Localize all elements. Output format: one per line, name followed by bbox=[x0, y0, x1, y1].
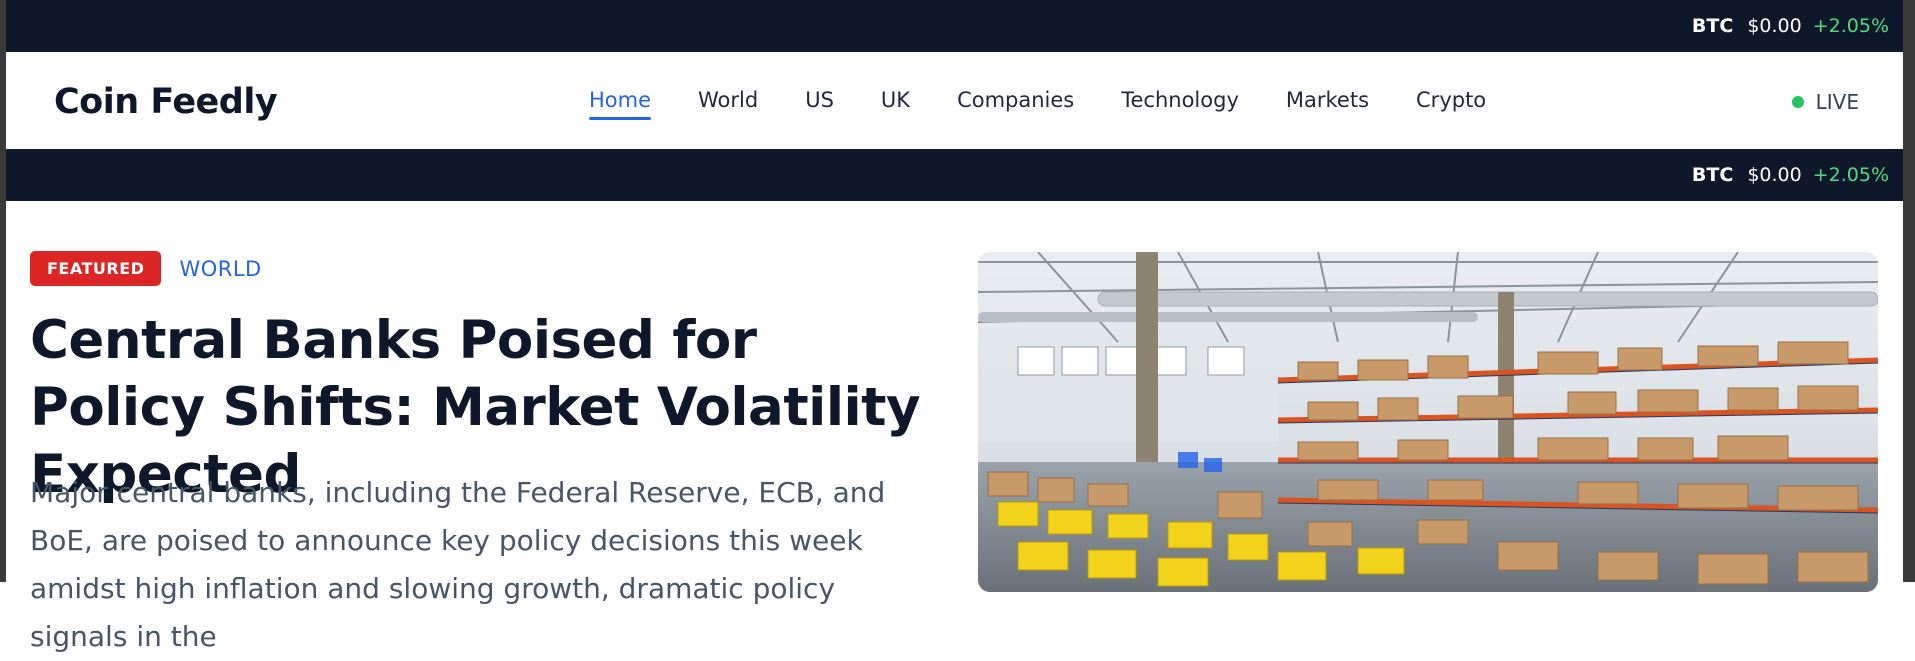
nav-technology[interactable]: Technology bbox=[1121, 88, 1239, 120]
site-logo[interactable]: Coin Feedly bbox=[54, 82, 278, 122]
ticker-symbol[interactable]: BTC bbox=[1692, 164, 1733, 186]
ticker-price: $0.00 bbox=[1747, 15, 1802, 37]
nav-companies[interactable]: Companies bbox=[957, 88, 1074, 120]
featured-article: FEATURED WORLD Central Banks Poised for … bbox=[6, 201, 1903, 653]
price-ticker-top: BTC $0.00 +2.05% bbox=[6, 0, 1903, 52]
site-header: Coin Feedly Home World US UK Companies T… bbox=[6, 52, 1903, 149]
nav-us[interactable]: US bbox=[805, 88, 834, 120]
nav-world[interactable]: World bbox=[698, 88, 758, 120]
ticker-price: $0.00 bbox=[1747, 164, 1802, 186]
live-indicator[interactable]: LIVE bbox=[1791, 90, 1859, 114]
nav-crypto[interactable]: Crypto bbox=[1416, 88, 1486, 120]
article-hero-image[interactable] bbox=[978, 252, 1878, 592]
warehouse-photo bbox=[978, 252, 1878, 592]
ticker-change: +2.05% bbox=[1812, 15, 1889, 37]
nav-uk[interactable]: UK bbox=[881, 88, 910, 120]
price-ticker-bottom: BTC $0.00 +2.05% bbox=[6, 149, 1903, 201]
category-link[interactable]: WORLD bbox=[179, 257, 261, 281]
ticker-symbol[interactable]: BTC bbox=[1692, 15, 1733, 37]
nav-markets[interactable]: Markets bbox=[1286, 88, 1369, 120]
main-nav: Home World US UK Companies Technology Ma… bbox=[589, 88, 1533, 120]
ticker-change: +2.05% bbox=[1812, 164, 1889, 186]
article-summary: Major central banks, including the Feder… bbox=[30, 476, 886, 653]
live-label: LIVE bbox=[1815, 90, 1859, 114]
live-dot-icon bbox=[1791, 96, 1804, 108]
window-frame-right bbox=[1903, 0, 1915, 582]
featured-badge: FEATURED bbox=[30, 251, 162, 286]
nav-home[interactable]: Home bbox=[589, 88, 652, 120]
article-tags: FEATURED WORLD bbox=[30, 251, 262, 286]
